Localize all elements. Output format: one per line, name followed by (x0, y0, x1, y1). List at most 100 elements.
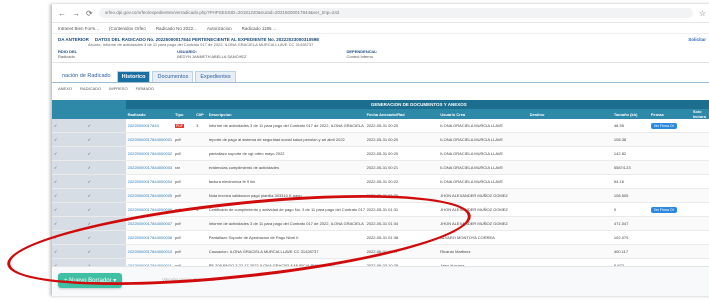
radicado-link[interactable]: 20225000017844000008 (125, 230, 174, 245)
bookmark[interactable]: (Contenidos Orfeo (109, 26, 146, 31)
radicado-header: DA ANTERIOR DATOS DEL RADICADO No. 20225… (52, 34, 709, 63)
firma-cell (648, 174, 691, 189)
radicado-link[interactable]: 20225000017844000001 (125, 132, 174, 147)
col-firmas[interactable]: Firmas (648, 109, 691, 119)
filter-impreso[interactable]: IMPRESO (109, 86, 127, 91)
col-usuario[interactable]: Usuario Crea (438, 109, 528, 119)
row-check[interactable]: ✓ (52, 202, 86, 217)
bookmark[interactable]: Radicado No 2022... (156, 26, 197, 31)
table-row[interactable]: ✓ ✓ 20225000017844000008 pdf Pantallazo S… (52, 230, 709, 245)
row-check[interactable]: ✓ (52, 160, 86, 175)
tab-historico[interactable]: Historico (116, 71, 151, 82)
table-row[interactable]: ✓ ✓ 20225000017844000001 pdf reporte de p… (52, 132, 709, 147)
table-row[interactable]: ✓ ✓ 20225000017844000006 pdf 5 Certificad… (52, 202, 709, 217)
row-action-icon[interactable]: ✓ (85, 160, 126, 175)
destino-cell (527, 244, 612, 259)
ciip-cell (194, 132, 207, 147)
vincular-documento-field[interactable]: Vincular nuevo documento (162, 277, 215, 282)
fecha-cell: 2022-05-31 00:21 (364, 160, 439, 175)
usuario-cell: ILONA GRACIELA MURCIA LLAVE (438, 174, 528, 189)
ciip-cell: 5 (194, 202, 207, 217)
firma-cell: Ver Firma Of (648, 119, 691, 133)
table-row[interactable]: ✓ ✓ 20225000017844000005 pdf Nota tecnica… (52, 188, 709, 203)
row-check[interactable]: ✓ (52, 119, 86, 133)
radicado-link[interactable]: 20225000017844000006 (125, 202, 174, 217)
table-row[interactable]: ✓ ✓ 20225000017844000003 rar evidencias c… (52, 160, 709, 175)
radicado-link[interactable]: 20225000017844000002 (125, 146, 174, 161)
tab-informacion[interactable]: nación de Radicado (58, 71, 115, 82)
fecha-cell: 2022-06-01 11:47 (364, 244, 439, 259)
tab-expedientes[interactable]: Expedientes (195, 71, 236, 82)
row-check[interactable]: ✓ (52, 216, 86, 231)
ver-firma-button[interactable]: Ver Firma Of (650, 206, 677, 213)
ciip-cell (194, 230, 207, 245)
ciip-cell: 3 (194, 119, 207, 133)
filter-firmado[interactable]: FIRMADO (136, 86, 154, 91)
reload-icon[interactable]: ⟳ (86, 9, 93, 18)
back-link[interactable]: DA ANTERIOR (58, 37, 89, 42)
col-destino[interactable]: Destino (527, 109, 612, 119)
forward-icon[interactable]: → (72, 9, 80, 18)
back-icon[interactable]: ← (58, 9, 66, 18)
size-cell: 54.16 (611, 174, 649, 189)
col-descripcion[interactable]: Descripcion (206, 109, 365, 119)
filter-radicado[interactable]: RADICADO (80, 86, 101, 91)
radicado-link[interactable]: 20225000017844000003 (125, 160, 174, 175)
tipo-cell: pdf (173, 146, 195, 161)
size-cell: 142.82 (611, 146, 649, 161)
row-action-icon[interactable]: ✓ (85, 202, 126, 217)
url-field[interactable]: orfeo.dpi.gov.co/orfeo/expedientes/verra… (98, 8, 693, 18)
field-radicado: RDIO DEL Radicado (58, 49, 78, 59)
row-action-icon[interactable]: ✓ (85, 132, 126, 147)
star-icon[interactable]: ☆ (699, 9, 706, 18)
bookmark[interactable]: Autorizacion (207, 26, 232, 31)
filter-anexo[interactable]: ANEXO (58, 86, 72, 91)
row-action-icon[interactable]: ✓ (85, 188, 126, 203)
size-cell: 108.38 (611, 132, 649, 147)
col-fecha[interactable]: Fecha Anexado/Rad (364, 109, 439, 119)
table-row[interactable]: ✓ ✓ 20225000017844000007 pdf Informe de a… (52, 216, 709, 231)
row-action-icon[interactable]: ✓ (85, 244, 126, 259)
row-check[interactable]: ✓ (52, 230, 86, 245)
radicado-link[interactable]: 20225000017844000010 (125, 244, 174, 259)
row-action-icon[interactable]: ✓ (85, 119, 126, 133)
tipo-cell: pdf (173, 132, 195, 147)
row-action-icon[interactable]: ✓ (85, 216, 126, 231)
ciip-cell (194, 160, 207, 175)
row-check[interactable]: ✓ (52, 146, 86, 161)
ciip-cell (194, 188, 207, 203)
destino-cell (527, 146, 612, 161)
tab-documentos[interactable]: Documentos (152, 71, 194, 82)
desc-cell: Nota tecnica validacion pago planilla 30… (206, 188, 365, 203)
solicitar-link[interactable]: Solicitar (688, 37, 706, 42)
bookmark[interactable]: Radicado 1186 ... (242, 26, 277, 31)
usuario-cell: ILONA GRACIELA MURCIA LLAVE (438, 160, 528, 175)
table-row[interactable]: ✓ ✓ 20225000017844 PDF 3 Informe de activ… (52, 119, 709, 133)
row-action-icon[interactable]: ✓ (85, 146, 126, 161)
readonly-cell (690, 216, 709, 231)
col-tamano[interactable]: Tamaño (kb) (611, 109, 649, 119)
ver-firma-button[interactable]: Ver Firma Of (650, 122, 677, 129)
row-action-icon[interactable]: ✓ (85, 230, 126, 245)
ciip-cell (194, 216, 207, 231)
row-check[interactable]: ✓ (52, 174, 86, 189)
table-row[interactable]: ✓ ✓ 20225000017844000010 pdf Causacion. I… (52, 244, 709, 259)
nuevo-borrador-button[interactable]: + Nuevo Borrador ▾ (58, 273, 123, 288)
pdf-icon[interactable]: PDF (173, 119, 195, 133)
col-radicado[interactable]: Radicado (125, 109, 174, 119)
radicado-link[interactable]: 20225000017844000004 (125, 174, 174, 189)
radicado-link[interactable]: 20225000017844000005 (125, 188, 174, 203)
row-check[interactable]: ✓ (52, 188, 86, 203)
table-row[interactable]: ✓ ✓ 20225000017844000004 pdf factura elec… (52, 174, 709, 189)
col-ciip[interactable]: CIIP (194, 109, 207, 119)
row-check[interactable]: ✓ (52, 132, 86, 147)
table-row[interactable]: ✓ ✓ 20225000017844000002 pdf pantallazo s… (52, 146, 709, 161)
col-solo-lectura[interactable]: Solo lectura (690, 109, 709, 119)
row-check[interactable]: ✓ (52, 244, 86, 259)
bookmark[interactable]: Intranet Bien Form... (58, 26, 99, 31)
col-tipo[interactable]: Tipo (173, 109, 195, 119)
radicado-link[interactable]: 20225000017844 (125, 119, 174, 133)
radicado-link[interactable]: 20225000017844000007 (125, 216, 174, 231)
row-action-icon[interactable]: ✓ (85, 174, 126, 189)
tipo-cell: pdf (173, 174, 195, 189)
